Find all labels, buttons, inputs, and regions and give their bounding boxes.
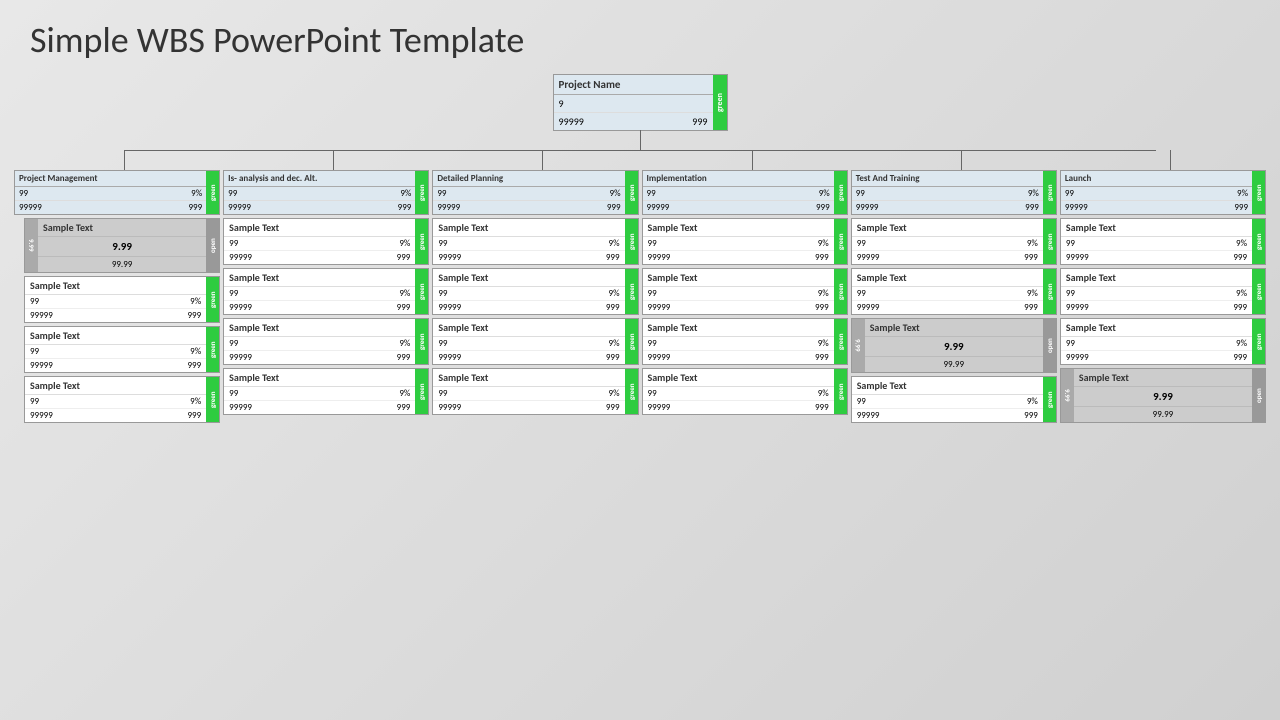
- col5-header: Test And Training: [852, 171, 1043, 187]
- col-3-header-node[interactable]: Detailed Planning 999% 99999999 green: [432, 170, 638, 215]
- col3-header: Detailed Planning: [433, 171, 624, 187]
- col1-child4[interactable]: Sample Text 999% 99999999 green: [24, 376, 220, 423]
- col1-child3[interactable]: Sample Text 999% 99999999 green: [24, 326, 220, 373]
- col-4-header-node[interactable]: Implementation 999% 99999999 green: [642, 170, 848, 215]
- col3-child4[interactable]: Sample Text 999% 99999999 green: [432, 368, 638, 415]
- col-5-header-node[interactable]: Test And Training 999% 99999999 green: [851, 170, 1057, 215]
- col2-side: green: [415, 171, 428, 214]
- col-2-header-node[interactable]: Is- analysis and dec. Alt. 999% 99999999…: [223, 170, 429, 215]
- col1-child4-side: green: [206, 377, 219, 422]
- top-node-header: Project Name: [554, 75, 713, 95]
- top-node-wrapper: Project Name 9 99999 999 green: [12, 70, 1268, 150]
- col6-child3[interactable]: Sample Text 999% 99999999 green: [1060, 318, 1266, 365]
- col5-child3[interactable]: 9.99 Sample Text 9.99 99.99 open: [851, 318, 1057, 373]
- col1-child1-left-side: 9.99: [25, 219, 38, 272]
- col2-header: Is- analysis and dec. Alt.: [224, 171, 415, 187]
- col2-child2[interactable]: Sample Text 999% 99999999 green: [223, 268, 429, 315]
- col-1: Project Management 999% 99999999 green 9…: [14, 170, 220, 423]
- col-3: Detailed Planning 999% 99999999 green Sa…: [432, 170, 638, 423]
- col1-child4-header: Sample Text: [25, 377, 206, 395]
- col6-child1[interactable]: Sample Text 999% 99999999 green: [1060, 218, 1266, 265]
- top-node-row1: 9: [559, 97, 564, 110]
- col1-child2-header: Sample Text: [25, 277, 206, 295]
- col1-side: green: [206, 171, 219, 214]
- col5-child4[interactable]: Sample Text 999% 99999999 green: [851, 376, 1057, 423]
- col-2: Is- analysis and dec. Alt. 999% 99999999…: [223, 170, 429, 423]
- page-title: Simple WBS PowerPoint Template: [0, 0, 1280, 70]
- col1-child1-val: 9.99: [38, 237, 206, 257]
- col1-child3-header: Sample Text: [25, 327, 206, 345]
- col2-child4[interactable]: Sample Text 999% 99999999 green: [223, 368, 429, 415]
- v-conn-1: [124, 150, 125, 170]
- col-6-header-node[interactable]: Launch 999% 99999999 green: [1060, 170, 1266, 215]
- col4-child4[interactable]: Sample Text 999% 99999999 green: [642, 368, 848, 415]
- col1-child1-side: open: [206, 219, 219, 272]
- col4-child2[interactable]: Sample Text 999% 99999999 green: [642, 268, 848, 315]
- top-node-row2-right: 999: [692, 115, 707, 128]
- col1-child2[interactable]: Sample Text 999% 99999999 green: [24, 276, 220, 323]
- col1-child1[interactable]: 9.99 Sample Text 9.99 99.99 open: [24, 218, 220, 273]
- top-node[interactable]: Project Name 9 99999 999 green: [553, 74, 728, 131]
- col6-header: Launch: [1061, 171, 1252, 187]
- col4-child1[interactable]: Sample Text 999% 99999999 green: [642, 218, 848, 265]
- col1-child1-bottom: 99.99: [38, 257, 206, 272]
- col6-child4[interactable]: 9.99 Sample Text 9.99 99.99 open: [1060, 368, 1266, 423]
- col-1-header-node[interactable]: Project Management 999% 99999999 green: [14, 170, 220, 215]
- col-4: Implementation 999% 99999999 green Sampl…: [642, 170, 848, 423]
- top-node-side: green: [713, 75, 727, 130]
- col3-child3[interactable]: Sample Text 999% 99999999 green: [432, 318, 638, 365]
- top-node-row2-left: 99999: [559, 115, 584, 128]
- col-6: Launch 999% 99999999 green Sample Text 9…: [1060, 170, 1266, 423]
- v-conn-4: [752, 150, 753, 170]
- col4-child3[interactable]: Sample Text 999% 99999999 green: [642, 318, 848, 365]
- col5-child2[interactable]: Sample Text 999% 99999999 green: [851, 268, 1057, 315]
- v-conn-5: [961, 150, 962, 170]
- col2-child3[interactable]: Sample Text 999% 99999999 green: [223, 318, 429, 365]
- col1-header: Project Management: [15, 171, 206, 187]
- top-v-connector: [640, 130, 641, 150]
- v-conn-2: [333, 150, 334, 170]
- columns-area: Project Management 999% 99999999 green 9…: [12, 170, 1268, 423]
- v-conn-6: [1170, 150, 1171, 170]
- col5-child1[interactable]: Sample Text 999% 99999999 green: [851, 218, 1057, 265]
- main-h-connector: [124, 150, 1157, 151]
- col3-child2[interactable]: Sample Text 999% 99999999 green: [432, 268, 638, 315]
- col3-child1[interactable]: Sample Text 999% 99999999 green: [432, 218, 638, 265]
- col1-child1-header: Sample Text: [38, 219, 206, 237]
- v-conn-3: [542, 150, 543, 170]
- col1-child2-side: green: [206, 277, 219, 322]
- col4-header: Implementation: [643, 171, 834, 187]
- col1-child3-side: green: [206, 327, 219, 372]
- col6-child2[interactable]: Sample Text 999% 99999999 green: [1060, 268, 1266, 315]
- col2-child1[interactable]: Sample Text 999% 99999999 green: [223, 218, 429, 265]
- wbs-diagram: Project Name 9 99999 999 green: [0, 70, 1280, 423]
- col-5: Test And Training 999% 99999999 green Sa…: [851, 170, 1057, 423]
